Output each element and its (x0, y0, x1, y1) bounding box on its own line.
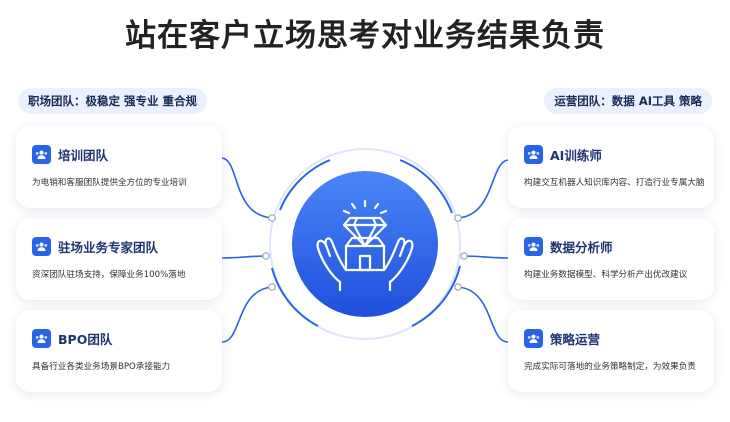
team-icon (524, 145, 543, 164)
dot-right-2 (460, 252, 468, 260)
card-description: 构建交互机器人知识库内容、打造行业专属大脑 (524, 178, 705, 188)
card-title: AI训练师 (550, 148, 602, 163)
card-strategy-operations: 策略运营 完成实际可落地的业务策略制定，为效果负责 (508, 310, 714, 392)
connector-left-1 (221, 157, 273, 219)
card-title: 培训团队 (58, 148, 109, 163)
connector-right-1 (457, 159, 509, 219)
card-training-team: 培训团队 为电销和客服团队提供全方位的专业培训 (16, 126, 222, 208)
connector-right-3 (457, 286, 509, 343)
dot-right-1 (454, 214, 462, 222)
card-description: 资深团队驻场支持，保障业务100%落地 (32, 270, 186, 280)
dot-left-3 (268, 283, 276, 291)
connector-left-3 (221, 286, 273, 343)
team-icon (524, 237, 543, 256)
dot-right-3 (454, 283, 462, 291)
connector-left-2 (221, 255, 267, 259)
team-icon (32, 237, 51, 256)
dot-left-2 (262, 252, 270, 260)
team-icon (32, 145, 51, 164)
card-ai-trainer: AI训练师 构建交互机器人知识库内容、打造行业专属大脑 (508, 126, 714, 208)
card-title: 数据分析师 (550, 240, 613, 255)
team-icon (32, 329, 51, 348)
card-description: 构建业务数据模型、科学分析产出优改建议 (524, 270, 688, 280)
team-icon (524, 329, 543, 348)
card-description: 完成实际可落地的业务策略制定，为效果负责 (524, 362, 696, 372)
card-description: 为电销和客服团队提供全方位的专业培训 (32, 178, 187, 188)
card-title: BPO团队 (58, 332, 113, 347)
card-title: 策略运营 (550, 332, 601, 347)
card-data-analyst: 数据分析师 构建业务数据模型、科学分析产出优改建议 (508, 218, 714, 300)
connector-right-2 (463, 255, 509, 259)
card-title: 驻场业务专家团队 (58, 240, 159, 255)
card-bpo-team: BPO团队 具备行业各类业务场景BPO承接能力 (16, 310, 222, 392)
dot-left-1 (268, 214, 276, 222)
card-onsite-expert-team: 驻场业务专家团队 资深团队驻场支持，保障业务100%落地 (16, 218, 222, 300)
card-description: 具备行业各类业务场景BPO承接能力 (32, 362, 171, 372)
